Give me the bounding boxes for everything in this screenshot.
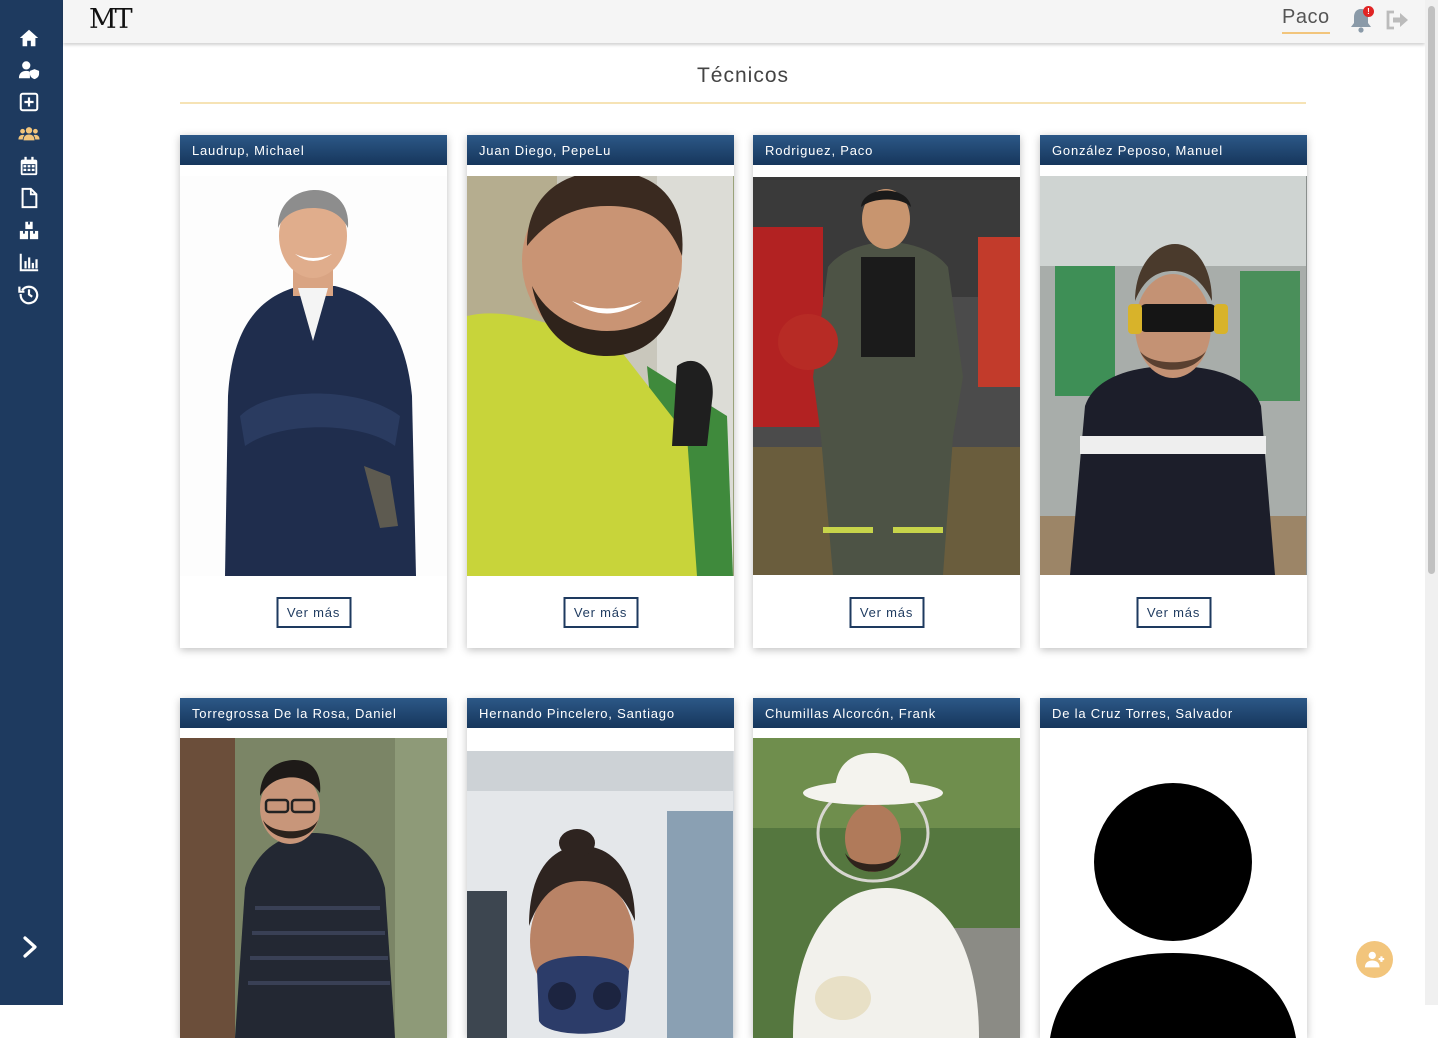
page-title: Técnicos [696, 64, 790, 87]
technician-name: Hernando Pincelero, Santiago [467, 698, 734, 728]
technician-name: Chumillas Alcorcón, Frank [753, 698, 1020, 728]
technician-card: Hernando Pincelero, Santiago [467, 698, 734, 1038]
technician-photo [753, 738, 1020, 1038]
technician-card: Laudrup, Michael Ver más [180, 135, 447, 648]
plus-square-icon[interactable] [17, 90, 41, 114]
technician-name: Juan Diego, PepeLu [467, 135, 734, 165]
scrollbar[interactable] [1425, 0, 1438, 1005]
technician-card: González Peposo, Manuel Ver más [1040, 135, 1307, 648]
technician-photo [180, 176, 447, 576]
scrollbar-thumb[interactable] [1428, 6, 1435, 574]
notification-badge: ! [1363, 6, 1374, 17]
top-bar: MT Paco ! [63, 0, 1425, 43]
bell-icon[interactable]: ! [1349, 6, 1374, 34]
technician-photo [1040, 176, 1307, 575]
technician-card: Rodriguez, Paco Ver más [753, 135, 1020, 648]
technician-card: Chumillas Alcorcón, Frank [753, 698, 1020, 1038]
user-name[interactable]: Paco [1282, 6, 1330, 34]
ver-mas-button[interactable]: Ver más [563, 597, 638, 628]
technician-card: Torregrossa De la Rosa, Daniel [180, 698, 447, 1038]
users-icon[interactable] [17, 122, 41, 146]
technician-name: De la Cruz Torres, Salvador [1040, 698, 1307, 728]
logout-icon[interactable] [1384, 8, 1410, 32]
file-icon[interactable] [17, 186, 41, 210]
technician-name: Torregrossa De la Rosa, Daniel [180, 698, 447, 728]
technician-name: González Peposo, Manuel [1040, 135, 1307, 165]
technician-photo [467, 751, 734, 1038]
chevron-right-icon[interactable] [19, 935, 41, 959]
title-divider [180, 102, 1306, 104]
default-avatar-icon [1040, 738, 1307, 1038]
technician-photo [753, 177, 1020, 575]
ver-mas-button[interactable]: Ver más [276, 597, 351, 628]
boxes-icon[interactable] [17, 218, 41, 242]
home-icon[interactable] [17, 26, 41, 50]
calendar-icon[interactable] [17, 154, 41, 178]
technician-card: De la Cruz Torres, Salvador [1040, 698, 1307, 1038]
ver-mas-button[interactable]: Ver más [1136, 597, 1211, 628]
add-user-button[interactable] [1356, 941, 1393, 978]
sidebar [0, 0, 63, 1005]
user-shield-icon[interactable] [17, 58, 41, 82]
app-logo[interactable]: MT [89, 4, 133, 35]
technician-card: Juan Diego, PepeLu Ver más [467, 135, 734, 648]
technician-name: Rodriguez, Paco [753, 135, 1020, 165]
bar-chart-icon[interactable] [17, 250, 41, 274]
user-plus-icon [1364, 951, 1384, 967]
technician-name: Laudrup, Michael [180, 135, 447, 165]
technician-photo [467, 176, 734, 576]
ver-mas-button[interactable]: Ver más [849, 597, 924, 628]
history-icon[interactable] [17, 282, 41, 306]
technician-photo [180, 738, 447, 1038]
